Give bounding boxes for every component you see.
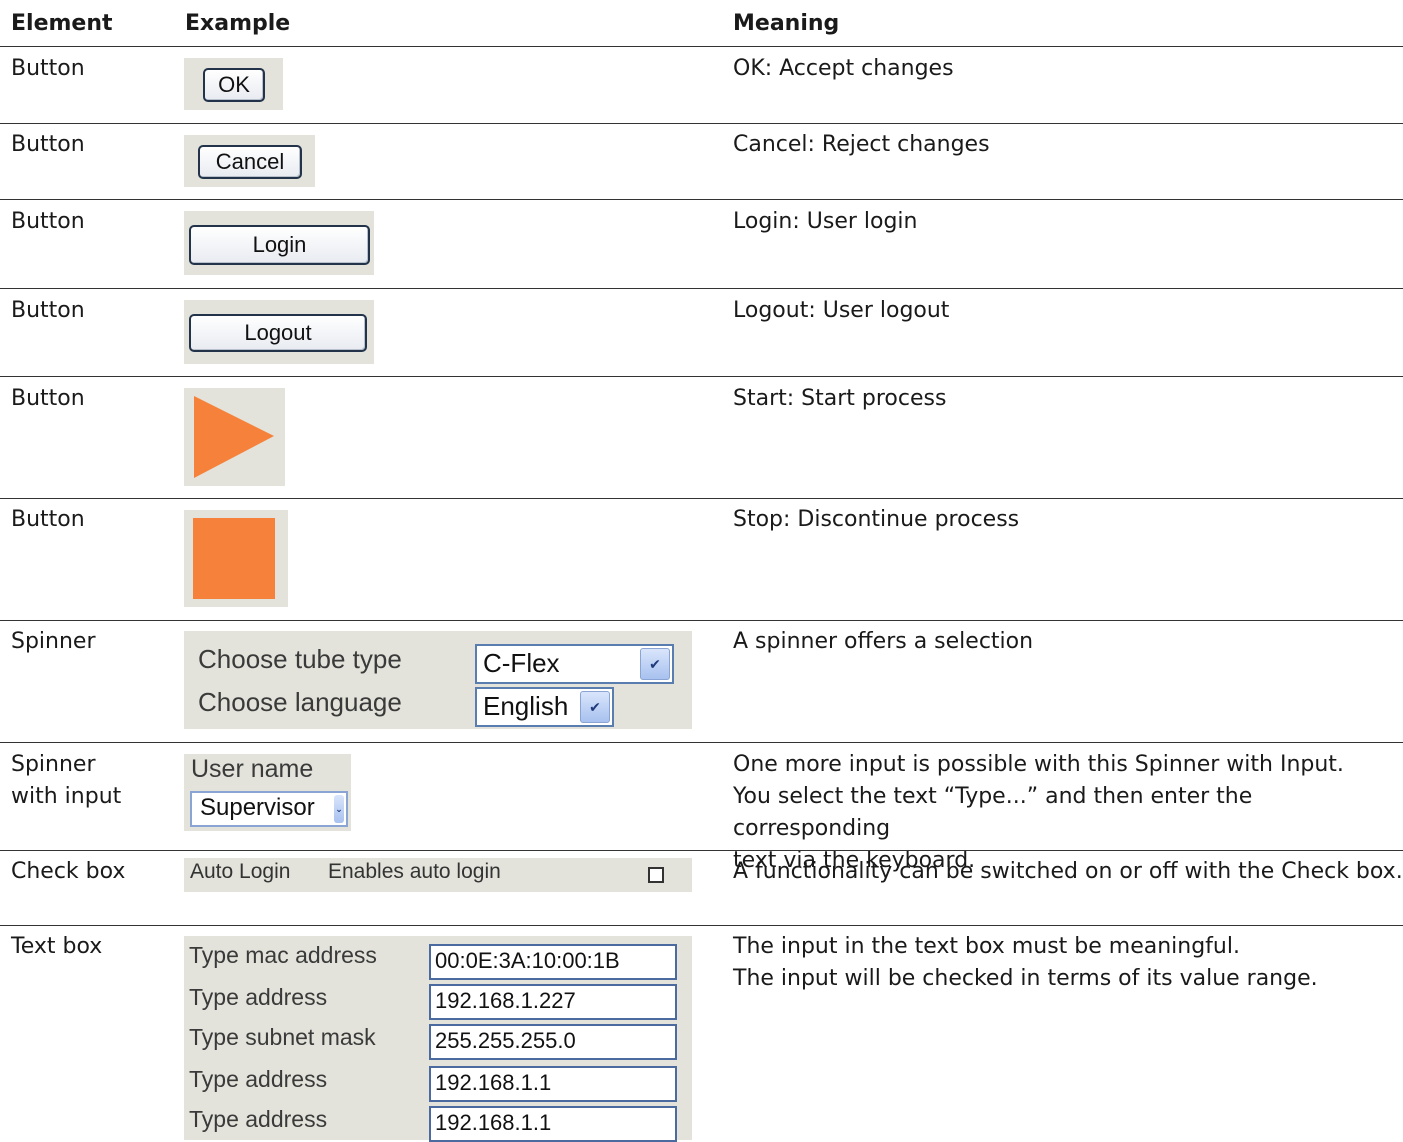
meaning-text: Stop: Discontinue process [733, 507, 1020, 532]
divider [0, 850, 1403, 851]
auto-login-description: Enables auto login [328, 860, 501, 883]
example-panel: Cancel [184, 135, 315, 187]
address-label: Type address [189, 1106, 328, 1132]
example-panel: Logout [184, 300, 374, 364]
meaning-text: The input in the text box must be meanin… [733, 931, 1318, 995]
element-label: Button [11, 298, 85, 323]
cancel-button[interactable]: Cancel [198, 145, 302, 179]
ok-button[interactable]: OK [203, 68, 265, 102]
divider [0, 925, 1403, 926]
header-meaning: Meaning [733, 11, 840, 36]
example-panel: OK [184, 58, 283, 110]
user-name-label: User name [191, 755, 314, 783]
stop-button[interactable] [184, 510, 288, 607]
element-label: Spinner [11, 629, 96, 654]
example-panel: User name Supervisor ⌄ [184, 754, 351, 831]
divider [0, 199, 1403, 200]
divider [0, 288, 1403, 289]
element-label-line: with input [11, 784, 122, 809]
element-label: Check box [11, 859, 126, 884]
meaning-line: One more input is possible with this Spi… [733, 752, 1344, 777]
meaning-text: OK: Accept changes [733, 56, 954, 81]
mac-address-field[interactable]: 00:0E:3A:10:00:1B [429, 944, 677, 980]
meaning-line: You select the text “Type...” and then e… [733, 784, 1253, 841]
element-label-line: Spinner [11, 752, 96, 777]
element-label: Button [11, 132, 85, 157]
meaning-line: The input will be checked in terms of it… [733, 966, 1318, 991]
language-value: English [483, 691, 569, 721]
tube-type-value: C-Flex [483, 648, 560, 678]
subnet-mask-label: Type subnet mask [189, 1024, 376, 1050]
address-field[interactable]: 192.168.1.227 [429, 984, 677, 1020]
chevron-down-icon[interactable]: ✔ [580, 691, 610, 723]
meaning-text: Login: User login [733, 209, 918, 234]
meaning-text: Cancel: Reject changes [733, 132, 990, 157]
element-label: Button [11, 209, 85, 234]
start-button[interactable] [184, 388, 285, 486]
mac-address-label: Type mac address [189, 942, 377, 968]
divider [0, 498, 1403, 499]
language-label: Choose language [198, 687, 402, 717]
meaning-text: A functionality can be switched on or of… [733, 859, 1403, 884]
header-element: Element [11, 11, 113, 36]
auto-login-checkbox[interactable] [648, 867, 664, 883]
auto-login-label: Auto Login [190, 860, 291, 883]
divider [0, 123, 1403, 124]
dns-address-field[interactable]: 192.168.1.1 [429, 1106, 677, 1142]
chevron-down-icon[interactable]: ⌄ [334, 795, 344, 823]
element-label: Spinner with input [11, 749, 121, 813]
example-panel: Login [184, 211, 374, 275]
element-label: Button [11, 386, 85, 411]
example-panel: Type mac address 00:0E:3A:10:00:1B Type … [184, 936, 692, 1142]
element-label: Text box [11, 934, 103, 959]
address-label: Type address [189, 1066, 328, 1092]
meaning-line: The input in the text box must be meanin… [733, 934, 1240, 959]
stop-icon [193, 518, 275, 599]
divider [0, 376, 1403, 377]
divider [0, 742, 1403, 743]
chevron-down-icon[interactable]: ✔ [640, 648, 670, 680]
language-select[interactable]: English ✔ [475, 687, 614, 727]
login-button[interactable]: Login [189, 225, 370, 265]
meaning-text: Logout: User logout [733, 298, 950, 323]
divider [0, 46, 1403, 47]
tube-type-select[interactable]: C-Flex ✔ [475, 644, 674, 684]
divider [0, 620, 1403, 621]
subnet-mask-field[interactable]: 255.255.255.0 [429, 1024, 677, 1060]
tube-type-label: Choose tube type [198, 644, 402, 674]
example-panel: Auto Login Enables auto login [184, 858, 692, 892]
gateway-address-field[interactable]: 192.168.1.1 [429, 1066, 677, 1102]
logout-button[interactable]: Logout [189, 314, 367, 352]
header-example: Example [185, 11, 291, 36]
meaning-text: A spinner offers a selection [733, 629, 1034, 654]
element-label: Button [11, 507, 85, 532]
element-label: Button [11, 56, 85, 81]
play-icon [194, 396, 274, 478]
example-panel: Choose tube type C-Flex ✔ Choose languag… [184, 631, 692, 729]
user-name-value: Supervisor [200, 794, 315, 821]
meaning-text: Start: Start process [733, 386, 947, 411]
user-name-combo[interactable]: Supervisor ⌄ [190, 791, 348, 827]
address-label: Type address [189, 984, 328, 1010]
